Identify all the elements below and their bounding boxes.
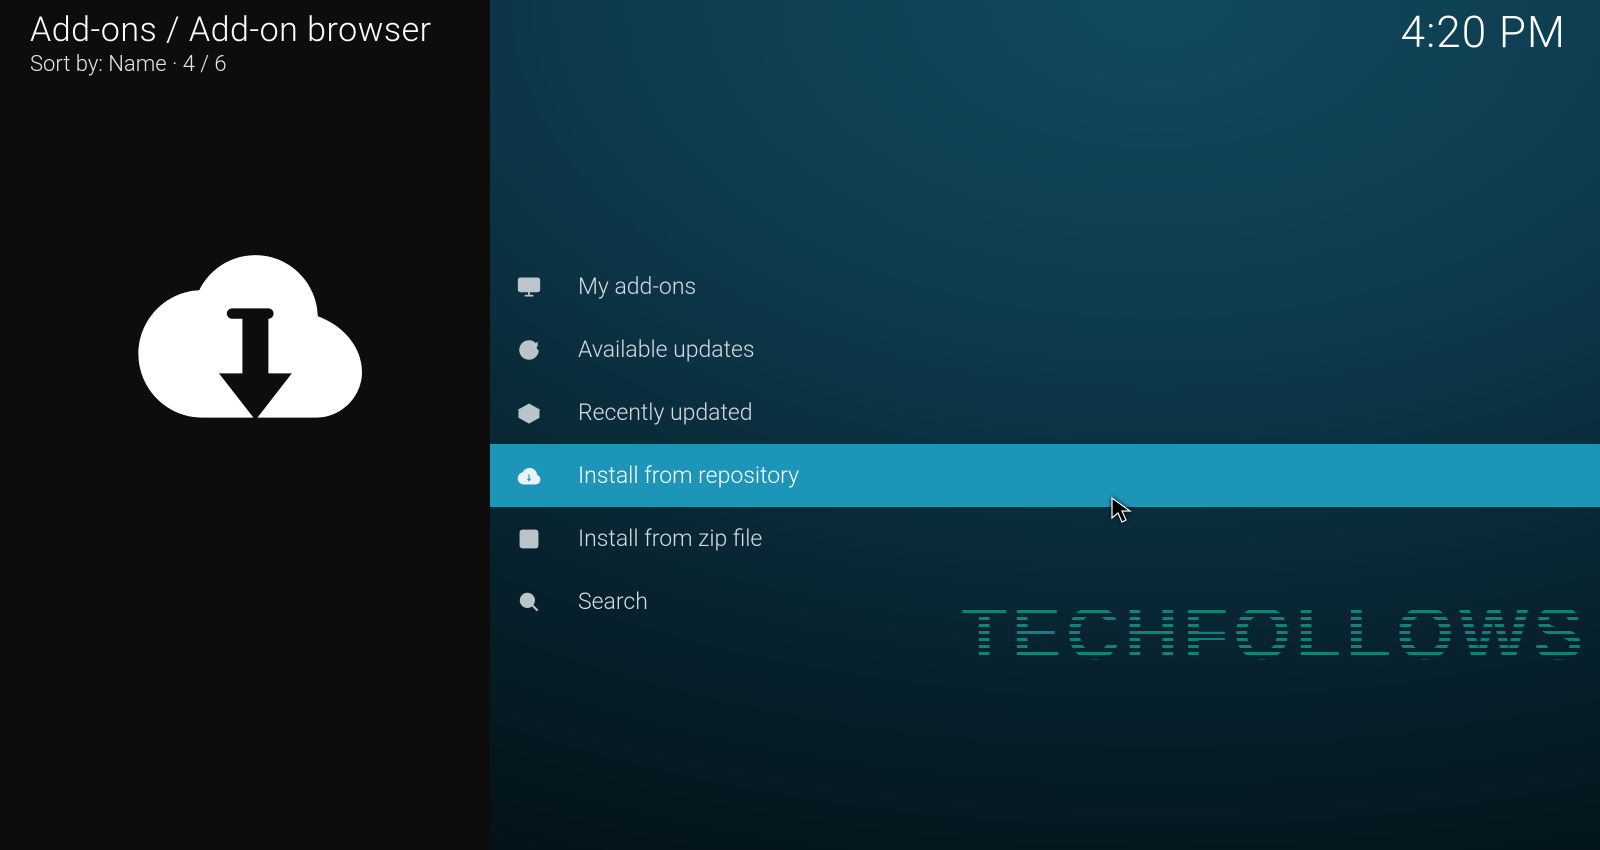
menu-item-label: Install from zip file xyxy=(578,525,762,552)
menu-item-label: Install from repository xyxy=(578,462,799,489)
monitor-icon xyxy=(508,274,550,300)
menu-item-label: Search xyxy=(578,588,648,615)
clock: 4:20 PM xyxy=(1401,6,1566,58)
menu-item-my-addons[interactable]: My add-ons xyxy=(490,255,1600,318)
zip-file-icon xyxy=(508,526,550,552)
menu-item-install-from-zip[interactable]: Install from zip file xyxy=(490,507,1600,570)
menu-item-install-from-repository[interactable]: Install from repository xyxy=(490,444,1600,507)
breadcrumb: Add-ons / Add-on browser xyxy=(0,0,490,50)
menu-item-available-updates[interactable]: Available updates xyxy=(490,318,1600,381)
cloud-download-icon xyxy=(508,463,550,489)
sidebar: Add-ons / Add-on browser Sort by: Name ·… xyxy=(0,0,490,850)
menu-item-label: Available updates xyxy=(578,336,755,363)
cloud-download-icon xyxy=(115,207,375,471)
open-box-icon xyxy=(508,400,550,426)
main-panel: 4:20 PM My add-ons Available updates xyxy=(490,0,1600,850)
menu-item-label: Recently updated xyxy=(578,399,753,426)
sidebar-art xyxy=(0,77,490,850)
watermark: TECHFOLLOWS xyxy=(962,591,1588,676)
menu-item-label: My add-ons xyxy=(578,273,696,300)
menu-item-recently-updated[interactable]: Recently updated xyxy=(490,381,1600,444)
menu: My add-ons Available updates Recently up… xyxy=(490,255,1600,633)
sort-line: Sort by: Name · 4 / 6 xyxy=(0,50,490,77)
refresh-icon xyxy=(508,337,550,363)
search-icon xyxy=(508,589,550,615)
